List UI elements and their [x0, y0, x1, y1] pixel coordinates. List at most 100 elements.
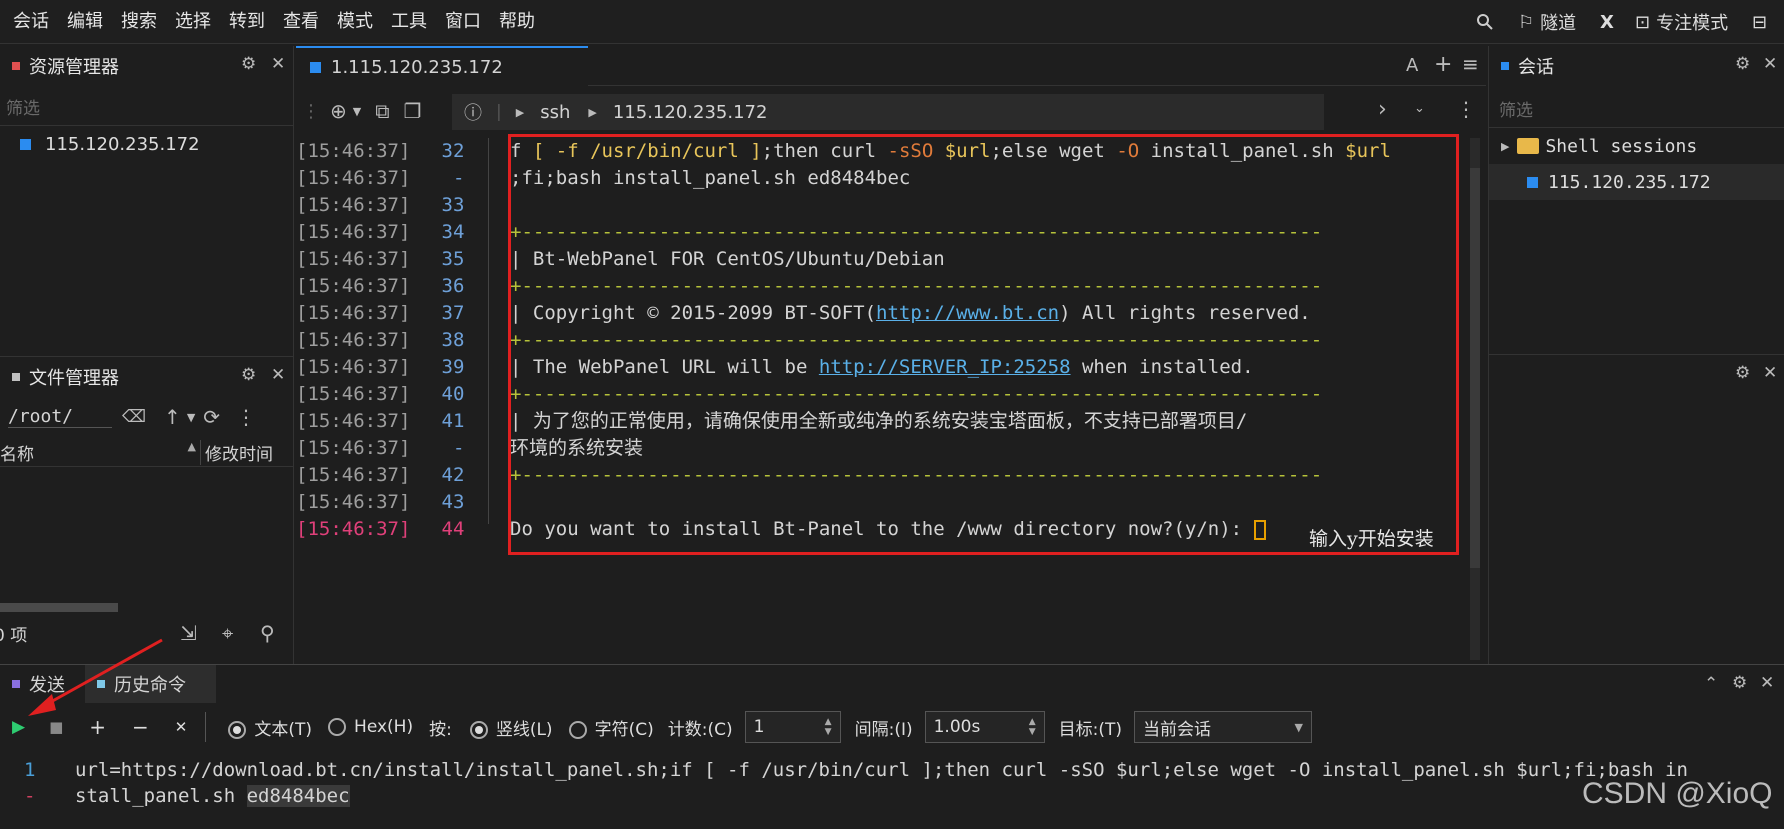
- gear-icon[interactable]: ⚙: [1732, 673, 1747, 693]
- cmd-line-number: -: [24, 785, 36, 807]
- timestamp: [15:46:37]: [296, 140, 411, 162]
- col-name[interactable]: 名称 ▲: [0, 440, 200, 465]
- timestamp: [15:46:37]: [296, 518, 411, 540]
- search-icon[interactable]: [1476, 0, 1494, 44]
- x-button[interactable]: X: [1600, 0, 1614, 44]
- location-icon[interactable]: ⌖: [222, 621, 233, 645]
- tab-terminal[interactable]: 1.115.120.235.172: [296, 46, 588, 86]
- interval-label: 间隔:(I): [854, 719, 913, 740]
- v-scrollbar[interactable]: [1470, 138, 1480, 660]
- breadcrumb-host[interactable]: 115.120.235.172: [613, 102, 768, 123]
- interval-stepper[interactable]: 1.00s ▲ ▼: [924, 711, 1045, 743]
- explorer-dot: [12, 62, 20, 70]
- line-number: -: [452, 437, 465, 459]
- up-arrow-icon[interactable]: ↑: [164, 405, 181, 429]
- radio-hex[interactable]: Hex(H): [328, 717, 413, 737]
- refresh-icon[interactable]: ⟳: [203, 405, 220, 429]
- sessions-filter[interactable]: 筛选: [1489, 86, 1784, 128]
- terminal-line: [15:46:37] 34 +---------------------------…: [296, 219, 1322, 246]
- clone-icon[interactable]: ❐: [404, 99, 422, 123]
- terminal-tabbar: 1.115.120.235.172 A + ≡: [296, 46, 1486, 86]
- info-icon[interactable]: ⓘ: [464, 99, 482, 125]
- explorer-item[interactable]: 115.120.235.172: [0, 126, 293, 162]
- layout-icon[interactable]: ⊟: [1752, 0, 1767, 44]
- explorer-panel: 资源管理器 ⚙ ✕ 筛选 115.120.235.172: [0, 46, 294, 356]
- gutter-line: [488, 138, 489, 524]
- menu-goto[interactable]: 转到: [220, 0, 274, 44]
- close-icon[interactable]: ✕: [1763, 54, 1777, 74]
- terminal-line: [15:46:37] 43: [296, 489, 464, 516]
- gear-icon[interactable]: ⚙: [1735, 363, 1750, 383]
- count-stepper[interactable]: 1 ▲ ▼: [744, 711, 841, 743]
- chevron-right-icon[interactable]: ›: [1378, 97, 1387, 122]
- close-icon[interactable]: ✕: [271, 365, 285, 385]
- clear-icon[interactable]: ⌫: [122, 407, 146, 427]
- expand-icon: ▶: [1501, 139, 1510, 153]
- chevron-down-icon[interactable]: ⌄: [1414, 101, 1425, 116]
- menu-window[interactable]: 窗口: [436, 0, 490, 44]
- menu-tools[interactable]: 工具: [382, 0, 436, 44]
- duplicate-tab-icon[interactable]: ⧉: [375, 99, 389, 123]
- stepper-icon: ▲ ▼: [824, 717, 832, 737]
- add-tab-button[interactable]: +: [1434, 52, 1452, 77]
- menu-edit[interactable]: 编辑: [58, 0, 112, 44]
- chevron-down-icon[interactable]: ▼: [187, 411, 195, 424]
- path-input[interactable]: /root/: [8, 406, 112, 428]
- timestamp: [15:46:37]: [296, 491, 411, 513]
- gear-icon[interactable]: ⚙: [241, 54, 256, 74]
- host-icon: [1527, 176, 1538, 188]
- radio-vertical[interactable]: 竖线(L): [469, 715, 553, 740]
- files-title: 文件管理器: [29, 368, 119, 389]
- close-icon[interactable]: ✕: [271, 54, 285, 74]
- command-editor[interactable]: 1 url=https://download.bt.cn/install/ins…: [0, 753, 1784, 813]
- terminal-line: [15:46:37] 33: [296, 192, 464, 219]
- target-select[interactable]: 当前会话 ▼: [1134, 711, 1312, 743]
- line-number: 34: [441, 221, 465, 243]
- menu-session[interactable]: 会话: [0, 0, 58, 44]
- more-icon[interactable]: ⋮: [1456, 97, 1476, 121]
- files-columns: 名称 ▲ 修改时间: [0, 439, 294, 467]
- radio-char[interactable]: 字符(C): [568, 715, 654, 740]
- gear-icon[interactable]: ⚙: [241, 365, 256, 385]
- close-icon[interactable]: ✕: [1763, 363, 1777, 383]
- timestamp: [15:46:37]: [296, 275, 411, 297]
- menu-mode[interactable]: 模式: [328, 0, 382, 44]
- send-tabbar: 发送 历史命令 ⌃ ⚙ ✕: [0, 665, 1784, 703]
- separator: |: [496, 102, 502, 122]
- new-tab-icon[interactable]: ⊕: [330, 99, 347, 123]
- tab-menu-button[interactable]: ≡: [1462, 52, 1479, 76]
- menu-view[interactable]: 查看: [274, 0, 328, 44]
- explorer-filter[interactable]: 筛选: [0, 86, 293, 126]
- radio-vertical-label: 竖线(L): [495, 719, 553, 740]
- timestamp: [15:46:37]: [296, 248, 411, 270]
- chevron-up-icon[interactable]: ⌃: [1704, 674, 1718, 694]
- chevron-down-icon[interactable]: ▼: [353, 105, 361, 118]
- terminal-line: [15:46:37] - ;fi;bash install_panel.sh ed8…: [296, 165, 910, 192]
- target-value: 当前会话: [1143, 719, 1211, 740]
- breadcrumb-protocol[interactable]: ssh: [540, 102, 570, 123]
- tunnel-button[interactable]: ⚐ 隧道: [1518, 0, 1576, 44]
- radio-text[interactable]: 文本(T): [228, 715, 312, 740]
- sort-icon: ▲: [187, 440, 196, 453]
- line-number: 42: [441, 464, 465, 486]
- session-item[interactable]: 115.120.235.172: [1489, 164, 1784, 200]
- target-label: 目标:(T): [1058, 719, 1122, 740]
- sessions-folder[interactable]: ▶ Shell sessions: [1489, 128, 1784, 164]
- col-modified[interactable]: 修改时间: [200, 440, 273, 465]
- radio-hex-label: Hex(H): [354, 717, 414, 737]
- more-icon[interactable]: ⋮: [236, 405, 256, 429]
- gear-icon[interactable]: ⚙: [1735, 54, 1750, 74]
- terminal-line: [15:46:37] 36 +---------------------------…: [296, 273, 1322, 300]
- menu-select[interactable]: 选择: [166, 0, 220, 44]
- by-label: 按:: [429, 719, 452, 740]
- empty-panel: ⚙ ✕: [1488, 354, 1784, 664]
- location-settings-icon[interactable]: ⚲: [260, 621, 275, 645]
- line-number: 44: [441, 518, 465, 540]
- font-button[interactable]: A: [1406, 55, 1418, 76]
- menu-help[interactable]: 帮助: [490, 0, 544, 44]
- menu-search[interactable]: 搜索: [112, 0, 166, 44]
- focus-mode-button[interactable]: ⊡ 专注模式: [1635, 0, 1728, 44]
- close-icon[interactable]: ✕: [1760, 673, 1774, 693]
- line-number: -: [452, 167, 465, 189]
- drag-handle[interactable]: ⋮: [302, 101, 320, 122]
